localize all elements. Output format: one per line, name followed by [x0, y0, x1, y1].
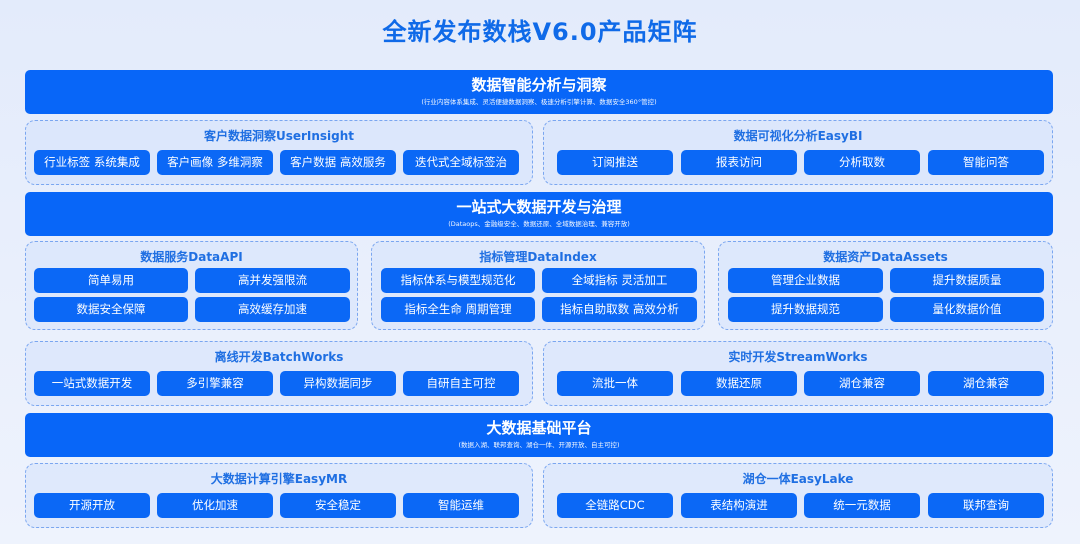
chip-item[interactable]: 湖仓兼容: [928, 371, 1044, 396]
chip-item[interactable]: 指标自助取数 高效分析: [542, 297, 697, 322]
chip-item[interactable]: 高并发强限流: [195, 268, 350, 293]
chip-item[interactable]: 智能运维: [403, 493, 519, 518]
chip-item[interactable]: 高效缓存加速: [195, 297, 350, 322]
chip-item[interactable]: 量化数据价值: [890, 297, 1044, 322]
group-title: 数据服务DataAPI: [140, 250, 243, 264]
chip-item[interactable]: 全域指标 灵活加工: [542, 268, 697, 293]
band-title: 大数据基础平台: [486, 419, 592, 437]
chip-item[interactable]: 简单易用: [34, 268, 188, 293]
chip-item[interactable]: 数据还原: [681, 371, 797, 396]
band-subtitle: (Dataops、金融级安全、数据还原、全域数据治理、兼容开放): [448, 220, 630, 228]
chip-item[interactable]: 订阅推送: [557, 150, 673, 175]
group-title: 离线开发BatchWorks: [214, 350, 344, 364]
chip-item[interactable]: 报表访问: [681, 150, 797, 175]
group-easylake: 湖仓一体EasyLake 全链路CDC 表结构演进 统一元数据 联邦查询: [543, 463, 1053, 528]
band-title: 一站式大数据开发与治理: [456, 198, 622, 216]
chip-item[interactable]: 异构数据同步: [280, 371, 396, 396]
chip-item[interactable]: 一站式数据开发: [34, 371, 150, 396]
chip-item[interactable]: 全链路CDC: [557, 493, 673, 518]
chip-item[interactable]: 指标全生命 周期管理: [381, 297, 535, 322]
chip-item[interactable]: 表结构演进: [681, 493, 797, 518]
group-batchworks: 离线开发BatchWorks 一站式数据开发 多引擎兼容 异构数据同步 自研自主…: [25, 341, 533, 406]
chip-item[interactable]: 联邦查询: [928, 493, 1044, 518]
group-dataapi: 数据服务DataAPI 简单易用 高并发强限流 数据安全保障 高效缓存加速: [25, 241, 358, 330]
band-one-stop-development: 一站式大数据开发与治理 (Dataops、金融级安全、数据还原、全域数据治理、兼…: [25, 192, 1053, 236]
band-title: 数据智能分析与洞察: [471, 76, 607, 94]
chip-item[interactable]: 客户画像 多维洞察: [157, 150, 273, 175]
group-userinsight: 客户数据洞察UserInsight 行业标签 系统集成 客户画像 多维洞察 客户…: [25, 120, 533, 185]
group-title: 数据可视化分析EasyBI: [733, 129, 863, 143]
group-easybi: 数据可视化分析EasyBI 订阅推送 报表访问 分析取数 智能问答: [543, 120, 1053, 185]
chip-item[interactable]: 数据安全保障: [34, 297, 188, 322]
chip-item[interactable]: 湖仓兼容: [804, 371, 920, 396]
band-big-data-platform: 大数据基础平台 (数据入湖、联邦查询、湖仓一体、开源开放、自主可控): [25, 413, 1053, 457]
chip-item[interactable]: 安全稳定: [280, 493, 396, 518]
chip-item[interactable]: 分析取数: [804, 150, 920, 175]
group-title: 数据资产DataAssets: [823, 250, 948, 264]
chip-item[interactable]: 提升数据质量: [890, 268, 1044, 293]
chip-item[interactable]: 优化加速: [157, 493, 273, 518]
group-dataassets: 数据资产DataAssets 管理企业数据 提升数据质量 提升数据规范 量化数据…: [718, 241, 1053, 330]
chip-item[interactable]: 客户数据 高效服务: [280, 150, 396, 175]
chip-item[interactable]: 行业标签 系统集成: [34, 150, 150, 175]
chip-item[interactable]: 自研自主可控: [403, 371, 519, 396]
band-subtitle: (行业内容体系集成、灵活便捷数据洞察、极速分析引擎计算、数据安全360°管控): [421, 98, 657, 106]
chip-item[interactable]: 统一元数据: [804, 493, 920, 518]
group-streamworks: 实时开发StreamWorks 流批一体 数据还原 湖仓兼容 湖仓兼容: [543, 341, 1053, 406]
chip-item[interactable]: 指标体系与模型规范化: [381, 268, 535, 293]
band-subtitle: (数据入湖、联邦查询、湖仓一体、开源开放、自主可控): [458, 441, 620, 449]
chip-item[interactable]: 开源开放: [34, 493, 150, 518]
chip-item[interactable]: 管理企业数据: [728, 268, 883, 293]
group-title: 指标管理DataIndex: [479, 250, 597, 264]
chip-item[interactable]: 多引擎兼容: [157, 371, 273, 396]
group-title: 大数据计算引擎EasyMR: [210, 472, 348, 486]
chip-item[interactable]: 提升数据规范: [728, 297, 883, 322]
group-title: 客户数据洞察UserInsight: [203, 129, 355, 143]
chip-item[interactable]: 流批一体: [557, 371, 673, 396]
group-easymr: 大数据计算引擎EasyMR 开源开放 优化加速 安全稳定 智能运维: [25, 463, 533, 528]
chip-item[interactable]: 迭代式全域标签治: [403, 150, 519, 175]
group-title: 实时开发StreamWorks: [728, 350, 868, 364]
group-title: 湖仓一体EasyLake: [742, 472, 854, 486]
page-title: 全新发布数栈V6.0产品矩阵: [382, 18, 698, 46]
chip-item[interactable]: 智能问答: [928, 150, 1044, 175]
group-dataindex: 指标管理DataIndex 指标体系与模型规范化 全域指标 灵活加工 指标全生命…: [371, 241, 705, 330]
band-intelligent-analysis: 数据智能分析与洞察 (行业内容体系集成、灵活便捷数据洞察、极速分析引擎计算、数据…: [25, 70, 1053, 114]
